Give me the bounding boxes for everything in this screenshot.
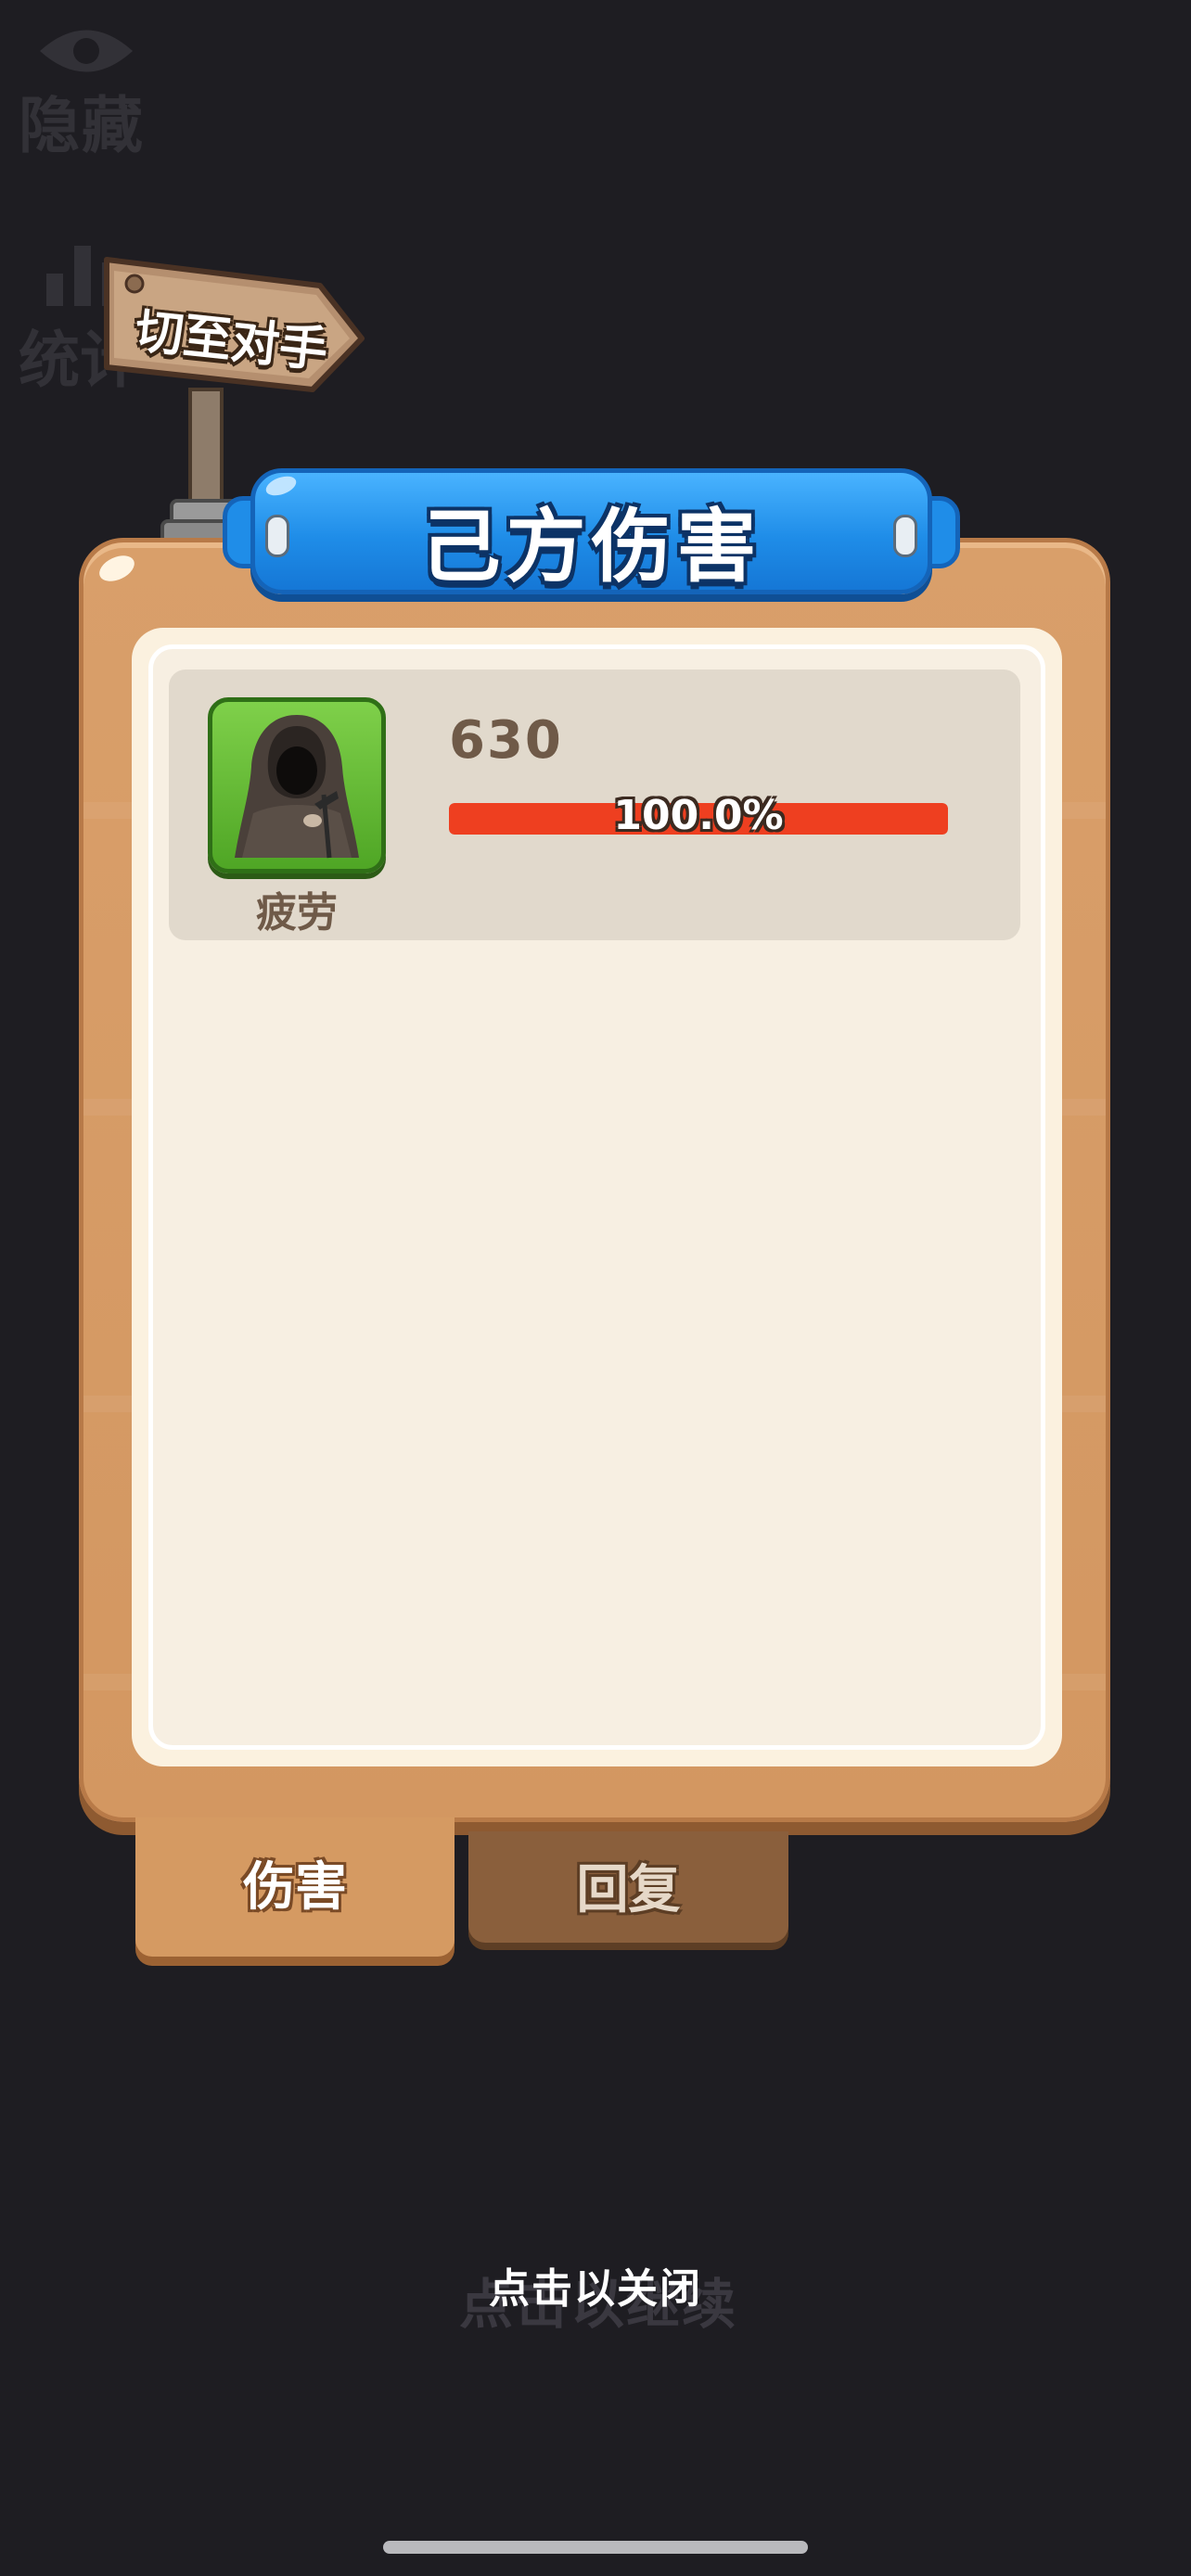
tab-damage[interactable]: 伤害: [135, 1817, 455, 1957]
damage-value: 630: [449, 710, 563, 771]
hide-label: 隐藏: [19, 90, 145, 161]
board-gloss: [95, 550, 139, 587]
panel-title: 己方伤害: [420, 501, 762, 593]
source-name: 疲劳: [256, 889, 338, 937]
list-item: 疲劳 630 100.0%: [169, 670, 1020, 940]
hooded-reaper-icon: [208, 697, 386, 874]
tab-heal[interactable]: 回复: [468, 1831, 788, 1943]
title-banner: 己方伤害: [223, 468, 960, 598]
close-hint[interactable]: 点击以关闭: [410, 2255, 781, 2315]
eye-hidden-icon: [40, 30, 133, 72]
damage-percent: 100.0%: [613, 792, 784, 839]
hide-button: 隐藏: [19, 19, 158, 161]
home-indicator[interactable]: [383, 2541, 808, 2554]
